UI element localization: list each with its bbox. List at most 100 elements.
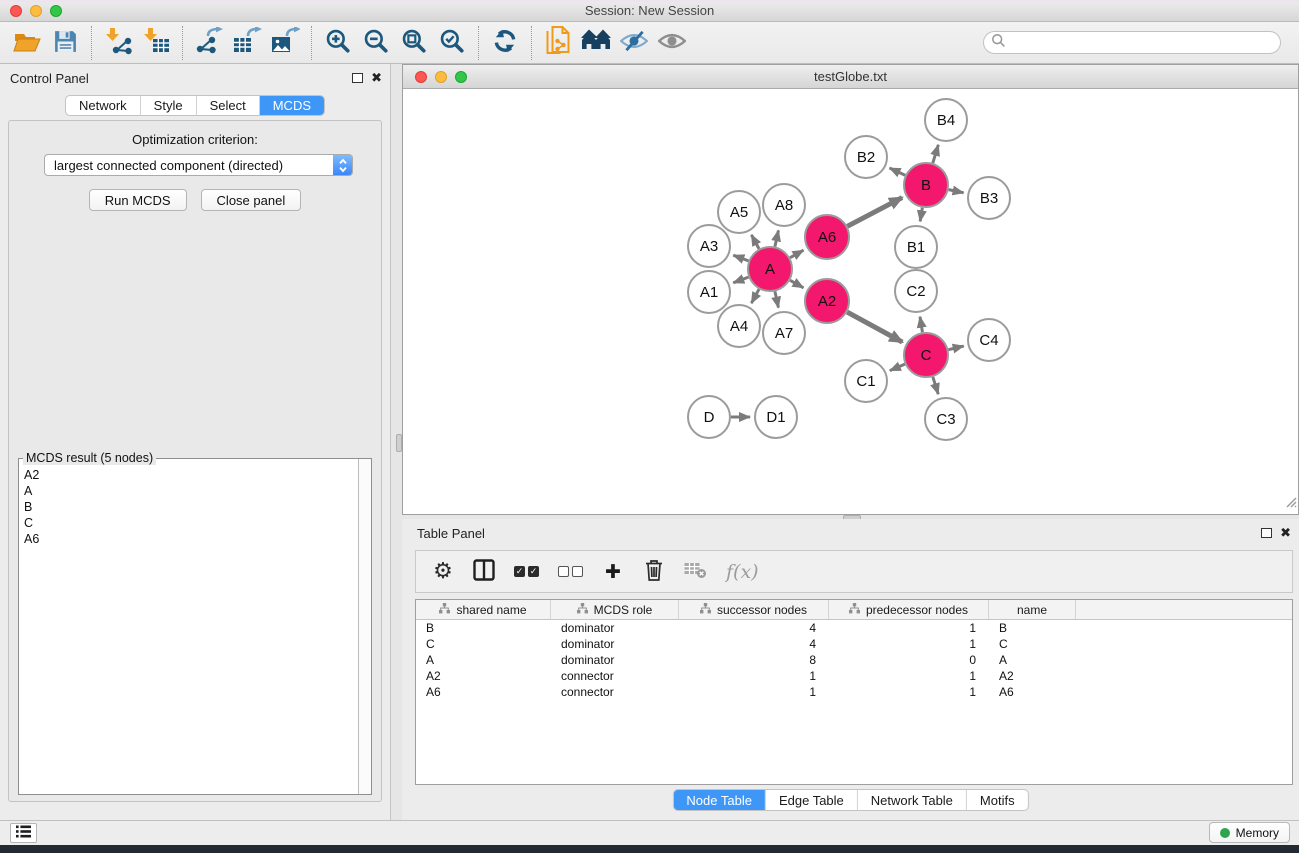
graph-node-A3[interactable]: A3 [688,225,730,267]
close-panel-button[interactable]: Close panel [201,189,302,211]
search-input[interactable] [1006,34,1280,52]
table-cell[interactable]: 0 [829,653,989,667]
network-canvas[interactable]: B4B2BB3B1A5A8A6A3AA1C2A4A7A2CC1C4C3DD1 [404,89,1297,513]
graph-node-C[interactable]: C [904,333,948,377]
graph-node-A4[interactable]: A4 [718,305,760,347]
network-from-file-button[interactable] [539,25,577,61]
tab-select[interactable]: Select [196,96,259,115]
export-table-button[interactable] [228,25,266,61]
graph-node-C2[interactable]: C2 [895,270,937,312]
table-settings-button[interactable]: ⚙ [432,559,454,585]
result-item[interactable]: A [24,483,357,499]
table-cell[interactable]: A6 [989,685,1076,699]
table-cell[interactable]: connector [551,669,679,683]
home-layout-button[interactable] [577,25,615,61]
table-cell[interactable]: 1 [679,669,829,683]
graph-edge-A-A6[interactable] [790,250,803,258]
resize-grip-icon[interactable] [1283,494,1297,513]
open-session-button[interactable] [8,25,46,61]
tab-node-table[interactable]: Node Table [673,790,765,810]
graph-edge-A-A7[interactable] [775,291,779,307]
table-cell[interactable]: 8 [679,653,829,667]
graph-node-C3[interactable]: C3 [925,398,967,440]
graph-edge-A-A5[interactable] [751,235,759,249]
graph-node-A6[interactable]: A6 [805,215,849,259]
table-cell[interactable]: A2 [416,669,551,683]
graph-node-A[interactable]: A [748,247,792,291]
graph-edge-C-C1[interactable] [890,364,905,371]
table-cell[interactable]: 1 [829,621,989,635]
graph-node-A7[interactable]: A7 [763,312,805,354]
export-network-button[interactable] [190,25,228,61]
graph-edge-A2-C[interactable] [847,312,902,342]
float-panel-icon[interactable] [352,73,363,83]
mcds-result-list[interactable]: A2ABCA6 [19,463,357,794]
table-row[interactable]: Adominator80A [416,652,1292,668]
graph-node-B1[interactable]: B1 [895,226,937,268]
table-cell[interactable]: B [989,621,1076,635]
function-builder-button[interactable]: f(x) [726,559,759,585]
column-header-MCDS-role[interactable]: MCDS role [551,600,679,619]
delete-column-button[interactable] [643,559,665,585]
select-all-columns-button[interactable]: ✓✓ [514,559,539,585]
search-box[interactable] [983,31,1281,54]
table-cell[interactable]: A [989,653,1076,667]
graph-node-D1[interactable]: D1 [755,396,797,438]
table-cell[interactable]: connector [551,685,679,699]
graph-edge-B-B1[interactable] [920,208,922,222]
table-row[interactable]: A2connector11A2 [416,668,1292,684]
table-cell[interactable]: A2 [989,669,1076,683]
tab-style[interactable]: Style [140,96,196,115]
criterion-select[interactable]: largest connected component (directed) [44,154,353,176]
result-item[interactable]: A2 [24,467,357,483]
graph-edge-A-A1[interactable] [733,277,748,283]
save-session-button[interactable] [46,25,84,61]
zoom-fit-button[interactable] [395,25,433,61]
table-cell[interactable]: 1 [829,669,989,683]
graph-node-A5[interactable]: A5 [718,191,760,233]
memory-button[interactable]: Memory [1209,822,1290,843]
table-cell[interactable]: 1 [829,637,989,651]
graph-node-B2[interactable]: B2 [845,136,887,178]
graph-node-C4[interactable]: C4 [968,319,1010,361]
table-cell[interactable]: dominator [551,621,679,635]
graph-edge-B-B2[interactable] [890,168,906,175]
result-item[interactable]: C [24,515,357,531]
tab-mcds[interactable]: MCDS [259,96,324,115]
table-row[interactable]: Cdominator41C [416,636,1292,652]
float-table-panel-icon[interactable] [1261,528,1272,538]
create-column-button[interactable]: ✚ [602,559,624,585]
table-cell[interactable]: dominator [551,653,679,667]
zoom-in-button[interactable] [319,25,357,61]
graphics-details-button[interactable] [615,25,653,61]
import-table-button[interactable] [137,25,175,61]
column-header-successor-nodes[interactable]: successor nodes [679,600,829,619]
run-mcds-button[interactable]: Run MCDS [89,189,187,211]
graph-node-C1[interactable]: C1 [845,360,887,402]
graph-node-A1[interactable]: A1 [688,271,730,313]
table-cell[interactable]: dominator [551,637,679,651]
tab-network[interactable]: Network [66,96,140,115]
table-cell[interactable]: A6 [416,685,551,699]
mcds-result-scrollbar[interactable] [358,459,371,794]
zoom-selected-button[interactable] [433,25,471,61]
tab-network-table[interactable]: Network Table [857,790,966,810]
table-cell[interactable]: 1 [679,685,829,699]
graph-edge-C-C2[interactable] [920,317,922,333]
table-cell[interactable]: A [416,653,551,667]
result-item[interactable]: A6 [24,531,357,547]
table-cell[interactable]: C [416,637,551,651]
graph-edge-A-A8[interactable] [775,230,779,246]
column-header-shared-name[interactable]: shared name [416,600,551,619]
graph-node-A2[interactable]: A2 [805,279,849,323]
hide-panel-button[interactable] [653,25,691,61]
table-row[interactable]: A6connector11A6 [416,684,1292,700]
import-network-button[interactable] [99,25,137,61]
tab-motifs[interactable]: Motifs [966,790,1028,810]
table-cell[interactable]: C [989,637,1076,651]
vertical-splitter-handle[interactable] [396,434,402,452]
column-header-name[interactable]: name [989,600,1076,619]
tab-edge-table[interactable]: Edge Table [765,790,857,810]
close-panel-icon[interactable]: ✖ [371,72,382,83]
unselect-all-columns-button[interactable] [558,559,583,585]
